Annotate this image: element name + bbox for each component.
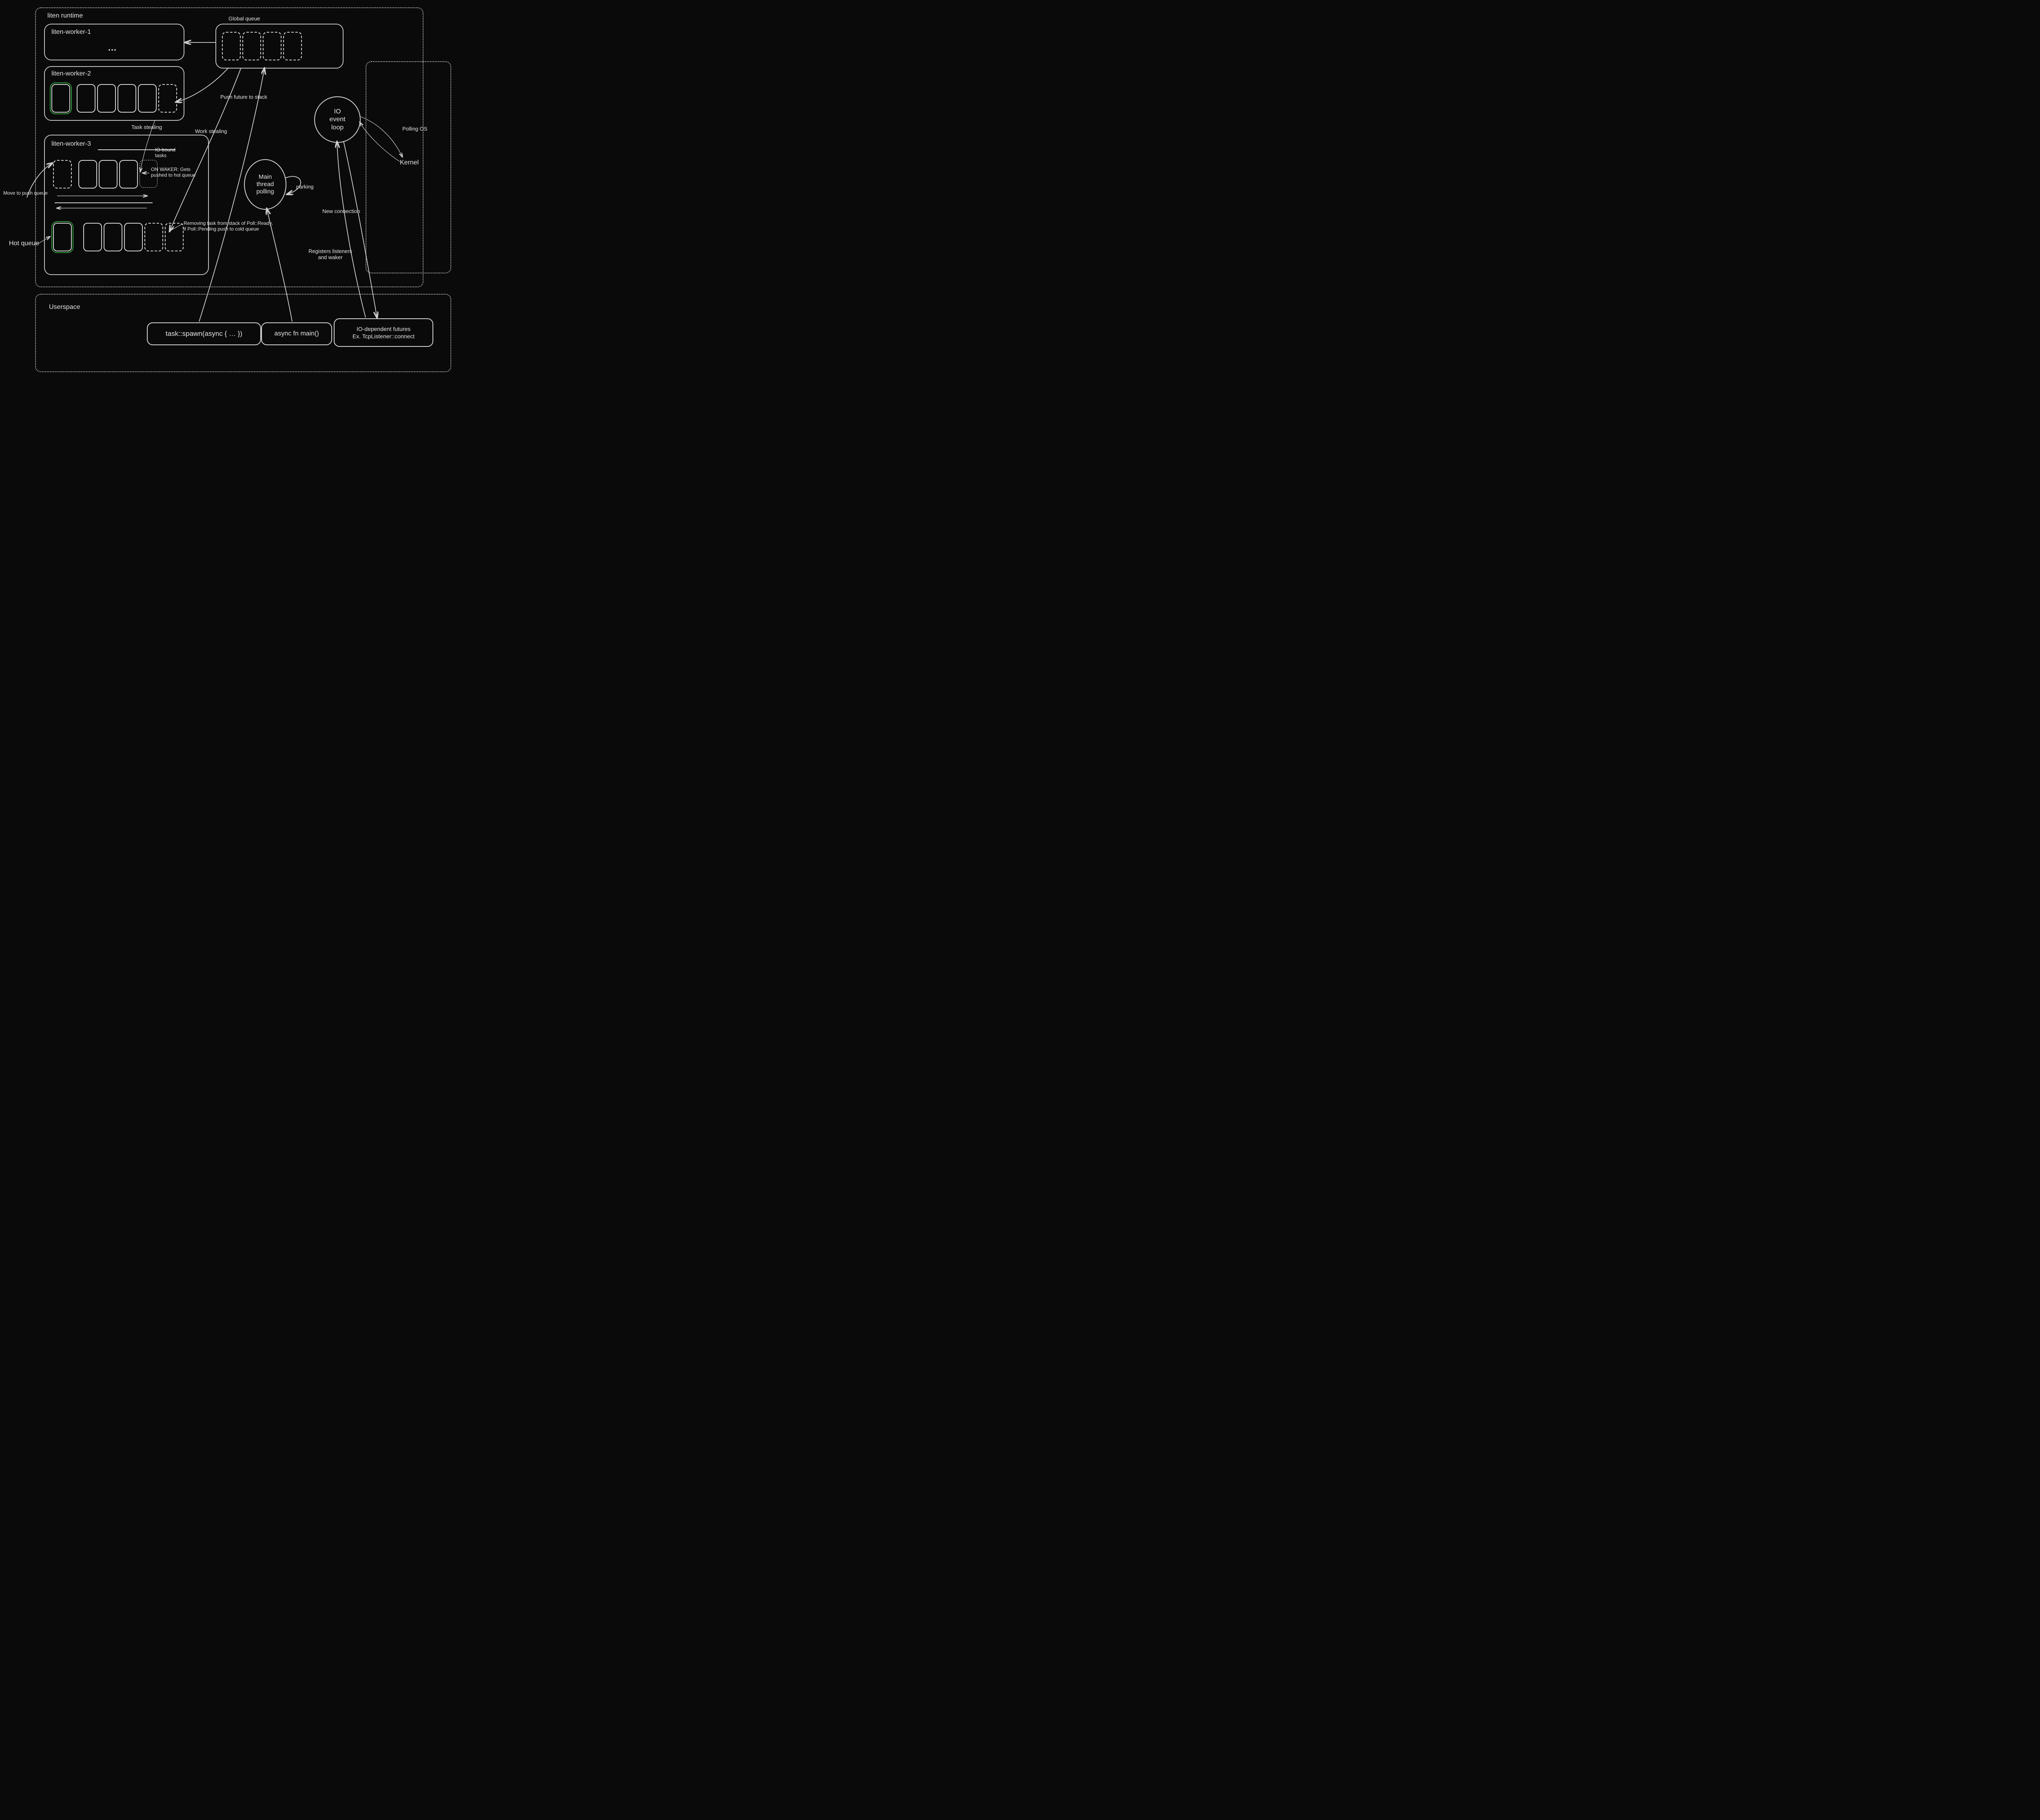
task — [138, 84, 157, 113]
task-active — [51, 84, 70, 113]
runtime-title: liten runtime — [47, 12, 83, 20]
global-queue-box — [215, 24, 344, 69]
task-outline — [140, 160, 157, 188]
queue-slot — [263, 32, 282, 60]
task — [83, 223, 102, 251]
worker1-ellipsis: … — [108, 42, 118, 53]
hot-task-active — [53, 223, 72, 251]
main-poll-label: Main thread polling — [256, 173, 274, 195]
removing-label: Removing task from stack of Poll::Ready,… — [184, 220, 273, 232]
task — [99, 160, 118, 189]
task — [104, 223, 122, 251]
io-event-loop: IO event loop — [314, 96, 361, 143]
spawn-pill: task::spawn(async { … }) — [147, 322, 261, 345]
task-slot — [158, 84, 177, 113]
cold-task — [53, 160, 72, 189]
io-bound-label: IO-bound tasks — [155, 147, 175, 158]
hot-queue-label: Hot queue — [9, 240, 39, 247]
worker3-title: liten-worker-3 — [51, 140, 91, 148]
task — [77, 84, 95, 113]
task — [119, 160, 138, 189]
worker1-title: liten-worker-1 — [51, 29, 91, 36]
task — [118, 84, 136, 113]
task-slot — [144, 223, 163, 251]
work-stealing-label: Work stealing — [195, 128, 227, 134]
parking-label: parking — [296, 184, 314, 190]
queue-slot — [242, 32, 261, 60]
on-waker-label: ON WAKER: Gets pushed to hot queue — [151, 166, 195, 178]
worker2-tasks — [44, 66, 183, 119]
task — [78, 160, 97, 189]
push-future-label: Push future to stack — [220, 94, 267, 100]
main-thread-polling: Main thread polling — [244, 159, 286, 210]
io-futures-label: IO-dependent futures Ex. TcpListener::co… — [353, 325, 415, 340]
task — [97, 84, 116, 113]
spawn-label: task::spawn(async { … }) — [166, 330, 242, 338]
kernel-box — [366, 61, 451, 273]
task-stealing-label: Task stealing — [131, 124, 162, 130]
queue-slot — [283, 32, 302, 60]
diagram-canvas: liten runtime Global queue liten-worker-… — [0, 0, 522, 380]
userspace-title: Userspace — [49, 304, 80, 311]
task — [124, 223, 143, 251]
registers-label: Registers listeners and waker — [308, 248, 352, 260]
task-slot — [165, 223, 184, 251]
main-fn-pill: async fn main() — [261, 322, 332, 345]
new-connection-label: New connection — [322, 208, 360, 214]
worker3-box — [44, 135, 209, 275]
io-loop-label: IO event loop — [329, 108, 345, 131]
queue-slot — [222, 32, 241, 60]
global-queue-label: Global queue — [228, 16, 260, 22]
kernel-label: Kernel — [400, 159, 419, 166]
move-to-push-label: Move to push queue — [3, 190, 48, 196]
io-futures-pill: IO-dependent futures Ex. TcpListener::co… — [334, 318, 433, 347]
polling-os-label: Polling OS — [402, 126, 427, 132]
main-fn-label: async fn main() — [274, 330, 319, 337]
